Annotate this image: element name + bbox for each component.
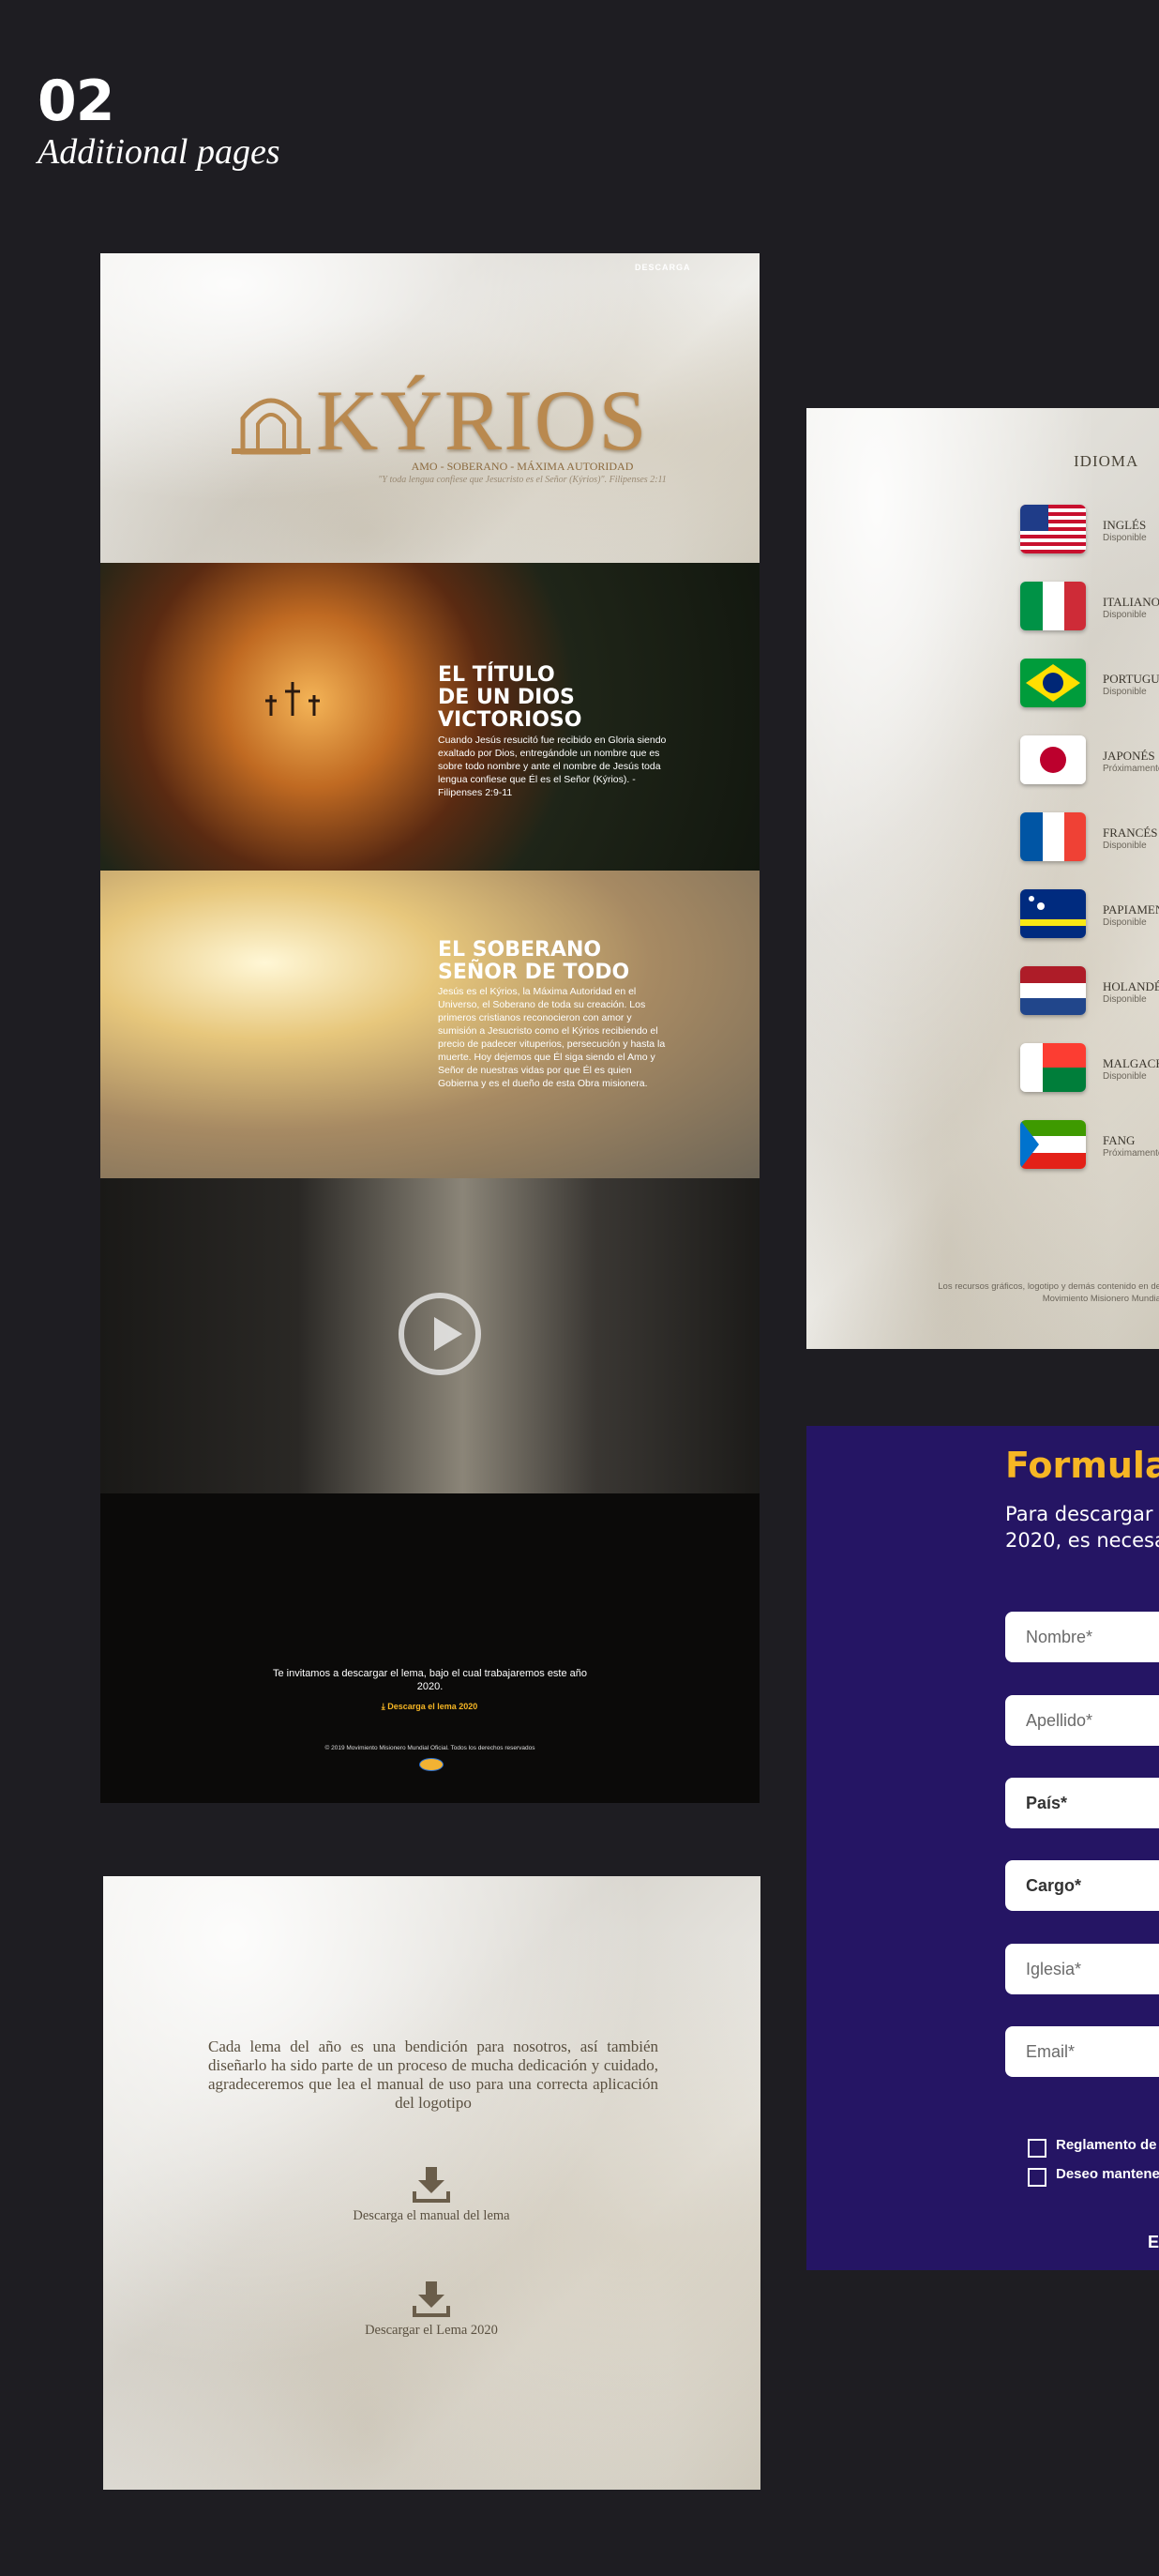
netherlands-flag-icon <box>1020 966 1086 1015</box>
terms-checkbox[interactable] <box>1028 2139 1046 2158</box>
copyright-text: © 2019 Movimiento Misionero Mundial Ofic… <box>324 1745 535 1751</box>
play-icon <box>434 1317 462 1351</box>
download-panel-text: Cada lema del año es una bendición para … <box>208 2038 658 2112</box>
play-button[interactable] <box>399 1293 481 1375</box>
language-panel: IDIOMA INGLÉS Disponible ITALIANO Dispon… <box>806 408 1159 1349</box>
language-status: Disponible <box>1103 841 1147 851</box>
language-item-dutch[interactable]: HOLANDÉS Disponible <box>1020 966 1159 1020</box>
language-name: FRANCÉS <box>1103 826 1158 840</box>
language-item-french[interactable]: FRANCÉS Disponible <box>1020 812 1158 866</box>
language-status: Disponible <box>1103 917 1147 928</box>
download-lema-2020-link[interactable]: Descargar el Lema 2020 <box>291 2280 572 2339</box>
curacao-flag-icon <box>1020 889 1086 938</box>
download-manual-link[interactable]: Descarga el manual del lema <box>291 2165 572 2224</box>
terms-label: Reglamento de <box>1056 2137 1157 2153</box>
language-item-fang[interactable]: FANG Próximamente <box>1020 1120 1159 1174</box>
language-status: Disponible <box>1103 610 1147 620</box>
language-status: Próximamente <box>1103 1148 1159 1159</box>
kyrios-logo-text: KÝRIOS <box>316 372 649 468</box>
nav-download-link[interactable]: DESCARGA <box>635 263 691 272</box>
invite-text: Te invitamos a descargar el lema, bajo e… <box>272 1668 588 1692</box>
japan-flag-icon <box>1020 735 1086 784</box>
logo-tagline: AMO - SOBERANO - MÁXIMA AUTORIDAD <box>411 460 634 473</box>
section2-body: Jesús es el Kýrios, la Máxima Autoridad … <box>438 986 666 1089</box>
language-item-english[interactable]: INGLÉS Disponible <box>1020 505 1147 558</box>
landing-footer: Te invitamos a descargar el lema, bajo e… <box>100 1493 760 1803</box>
form-title: Formular <box>1005 1445 1159 1486</box>
temple-logo-icon <box>232 398 310 455</box>
download-icon <box>413 2281 450 2317</box>
landing-page-mockup: DESCARGA KÝRIOS AMO - SOBERANO - MÁXIMA … <box>100 253 760 1803</box>
download-panel: Cada lema del año es una bendición para … <box>103 1876 760 2490</box>
section2-title: EL SOBERANO SEÑOR DE TODO <box>438 938 630 984</box>
email-field[interactable]: Email* <box>1005 2026 1159 2077</box>
language-title: IDIOMA <box>1074 452 1139 470</box>
submit-button[interactable]: E <box>1148 2233 1159 2252</box>
equatorial-guinea-flag-icon <box>1020 1120 1086 1169</box>
usa-flag-icon <box>1020 505 1086 553</box>
language-footer-text: Los recursos gráficos, logotipo y demás … <box>938 1281 1159 1304</box>
language-name: INGLÉS <box>1103 518 1147 532</box>
lastname-field[interactable]: Apellido* <box>1005 1695 1159 1746</box>
name-field[interactable]: Nombre* <box>1005 1612 1159 1662</box>
mmm-logo <box>419 1758 444 1771</box>
language-name: ITALIANO <box>1103 595 1159 609</box>
language-name: PORTUGUÉS <box>1103 672 1159 686</box>
role-select[interactable]: Cargo* <box>1005 1860 1159 1911</box>
hero-section: DESCARGA KÝRIOS AMO - SOBERANO - MÁXIMA … <box>100 253 760 563</box>
language-name: MALGACHE <box>1103 1056 1159 1070</box>
language-item-italian[interactable]: ITALIANO Disponible <box>1020 582 1159 635</box>
crosses-icon <box>265 682 320 716</box>
language-status: Disponible <box>1103 1071 1147 1082</box>
language-item-portuguese[interactable]: PORTUGUÉS Disponible <box>1020 659 1159 712</box>
download-form-panel: Formular Para descargar lo 2020, es nece… <box>806 1426 1159 2270</box>
section-sovereign: EL SOBERANO SEÑOR DE TODO Jesús es el Ký… <box>100 871 760 1178</box>
language-name: JAPONÉS <box>1103 749 1155 763</box>
download-manual-label: Descarga el manual del lema <box>353 2208 510 2223</box>
download-icon <box>413 2167 450 2203</box>
section1-body: Cuando Jesús resucitó fue recibido en Gl… <box>438 735 667 798</box>
language-status: Disponible <box>1103 994 1147 1005</box>
brazil-flag-icon <box>1020 659 1086 707</box>
language-name: FANG <box>1103 1133 1136 1147</box>
newsletter-label: Deseo manteners <box>1056 2166 1159 2182</box>
italy-flag-icon <box>1020 582 1086 630</box>
madagascar-flag-icon <box>1020 1043 1086 1092</box>
france-flag-icon <box>1020 812 1086 861</box>
language-name: PAPIAMENTO <box>1103 902 1159 917</box>
section-subtitle: Additional pages <box>38 132 280 172</box>
video-section <box>100 1178 760 1493</box>
language-item-japanese[interactable]: JAPONÉS Próximamente <box>1020 735 1159 789</box>
logo-quote: "Y toda lengua confiese que Jesucristo e… <box>378 475 667 485</box>
language-status: Disponible <box>1103 533 1147 543</box>
language-item-papiamento[interactable]: PAPIAMENTO Disponible <box>1020 889 1159 943</box>
country-select[interactable]: País* <box>1005 1778 1159 1828</box>
newsletter-checkbox[interactable] <box>1028 2168 1046 2187</box>
section1-title: EL TÍTULO DE UN DIOS VICTORIOSO <box>438 663 582 732</box>
church-field[interactable]: Iglesia* <box>1005 1944 1159 1994</box>
language-status: Disponible <box>1103 687 1147 697</box>
download-lema-label: Descargar el Lema 2020 <box>365 2323 498 2338</box>
language-item-malagasy[interactable]: MALGACHE Disponible <box>1020 1043 1159 1097</box>
form-subtitle: Para descargar lo 2020, es necesar <box>1005 1503 1159 1552</box>
language-status: Próximamente <box>1103 764 1159 774</box>
language-name: HOLANDÉS <box>1103 979 1159 993</box>
section-victorious: EL TÍTULO DE UN DIOS VICTORIOSO Cuando J… <box>100 563 760 871</box>
section-number: 02 <box>38 68 114 134</box>
download-lema-link[interactable]: ⤓ Descarga el lema 2020 <box>364 1702 495 1712</box>
